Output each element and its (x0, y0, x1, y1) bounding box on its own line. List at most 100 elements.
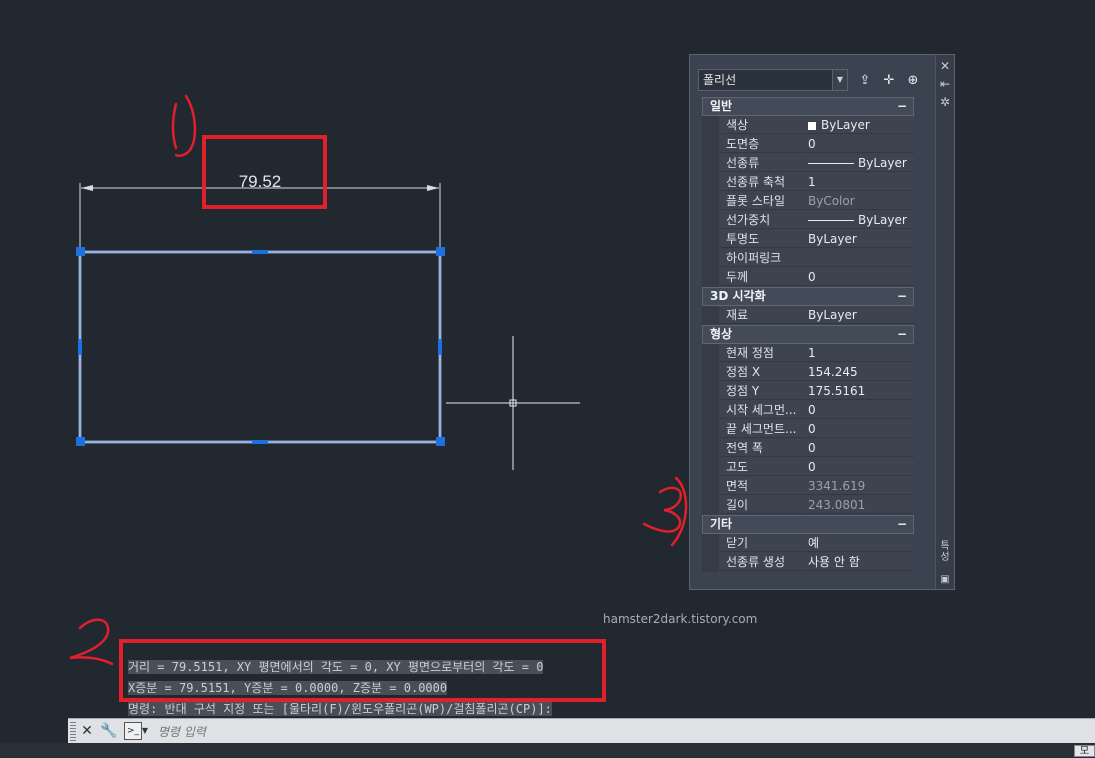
property-value[interactable]: ByLayer (805, 116, 914, 134)
model-tab[interactable]: 모 (1074, 745, 1095, 757)
property-row[interactable]: 도면층 0 (702, 135, 914, 154)
property-value[interactable]: ByLayer (805, 230, 914, 248)
property-value[interactable]: 1 (805, 344, 914, 362)
property-value[interactable]: 3341.619 (805, 477, 914, 495)
property-value[interactable]: ByLayer (805, 154, 914, 172)
auto-hide-icon[interactable]: ⇤ (938, 77, 952, 91)
property-row[interactable]: 재료 ByLayer (702, 306, 914, 325)
property-value[interactable]: ByColor (805, 192, 914, 210)
row-gutter (702, 268, 719, 287)
property-row[interactable]: 선종류 ByLayer (702, 154, 914, 173)
row-gutter (702, 553, 719, 572)
property-value[interactable]: 사용 안 함 (805, 553, 914, 571)
property-value[interactable]: 0 (805, 439, 914, 457)
quick-select-icon[interactable]: ⇪ (856, 72, 874, 90)
property-value[interactable]: 0 (805, 420, 914, 438)
selected-polyline[interactable] (76, 247, 445, 446)
section-header[interactable]: 일반 − (702, 97, 914, 116)
property-value[interactable]: ByLayer (805, 211, 914, 229)
property-row[interactable]: 길이 243.0801 (702, 496, 914, 515)
property-row[interactable]: 정점 X 154.245 (702, 363, 914, 382)
property-row[interactable]: 시작 세그먼... 0 (702, 401, 914, 420)
close-icon[interactable]: ✕ (938, 59, 952, 73)
command-history-line: X증분 = 79.5151, Y증분 = 0.0000, Z증분 = 0.000… (128, 681, 448, 695)
section-title: 기타 (710, 517, 733, 531)
property-name: 선종류 (720, 154, 804, 172)
property-name: 선종류 생성 (720, 553, 804, 571)
property-value[interactable]: 0 (805, 401, 914, 419)
command-line-bar: ✕ 🔧 >_ ▼ (68, 718, 1095, 744)
dimension-line[interactable] (79, 183, 441, 252)
property-value[interactable]: 175.5161 (805, 382, 914, 400)
collapse-icon[interactable]: − (897, 516, 907, 533)
property-value-text: ByLayer (821, 118, 870, 132)
property-value[interactable]: 0 (805, 135, 914, 153)
wrench-icon[interactable]: 🔧 (100, 722, 118, 740)
property-value[interactable]: ByLayer (805, 306, 914, 324)
row-gutter (702, 192, 719, 211)
property-value[interactable]: 예 (805, 534, 914, 552)
property-row[interactable]: 두께 0 (702, 268, 914, 287)
property-row[interactable]: 고도 0 (702, 458, 914, 477)
property-name: 플롯 스타일 (720, 192, 804, 210)
property-row[interactable]: 선종류 생성 사용 안 함 (702, 553, 914, 572)
property-row[interactable]: 닫기 예 (702, 534, 914, 553)
property-value[interactable]: 1 (805, 173, 914, 191)
chevron-down-icon[interactable]: ▼ (832, 70, 847, 90)
section-header[interactable]: 형상 − (702, 325, 914, 344)
property-value[interactable] (805, 249, 914, 267)
property-value-text: 243.0801 (808, 498, 866, 512)
line-sample (808, 163, 854, 164)
property-value-text: ByLayer (808, 232, 857, 246)
row-gutter (702, 135, 719, 154)
drag-handle[interactable] (70, 722, 76, 741)
property-name: 시작 세그먼... (720, 401, 804, 419)
properties-settings-icon[interactable]: ✲ (938, 95, 952, 109)
property-name: 고도 (720, 458, 804, 476)
section-title: 3D 시각화 (710, 289, 766, 303)
property-row[interactable]: 끝 세그먼트... 0 (702, 420, 914, 439)
collapse-icon[interactable]: − (897, 98, 907, 115)
property-row[interactable]: 면적 3341.619 (702, 477, 914, 496)
property-value[interactable]: 154.245 (805, 363, 914, 381)
palette-titlebar[interactable]: ✕ ⇤ ✲ 특성 ▣ (935, 55, 954, 589)
property-row[interactable]: 선종류 축척 1 (702, 173, 914, 192)
palette-title-label: 특성 (940, 541, 950, 563)
property-value-text: 154.245 (808, 365, 858, 379)
row-gutter (702, 306, 719, 325)
property-value[interactable]: 243.0801 (805, 496, 914, 514)
property-row[interactable]: 현재 정점 1 (702, 344, 914, 363)
row-gutter (702, 534, 719, 553)
grip-midpoint (78, 339, 82, 355)
property-value-text: 0 (808, 270, 816, 284)
close-icon[interactable]: ✕ (78, 722, 96, 740)
grip-midpoint (252, 250, 268, 254)
property-name: 두께 (720, 268, 804, 286)
section-header[interactable]: 기타 − (702, 515, 914, 534)
property-row[interactable]: 하이퍼링크 (702, 249, 914, 268)
select-objects-icon[interactable]: ✛ (880, 72, 898, 90)
section-header[interactable]: 3D 시각화 − (702, 287, 914, 306)
property-row[interactable]: 플롯 스타일 ByColor (702, 192, 914, 211)
row-gutter (702, 363, 719, 382)
command-input[interactable] (156, 721, 1060, 743)
property-value-text: 0 (808, 403, 816, 417)
property-row[interactable]: 전역 폭 0 (702, 439, 914, 458)
chevron-down-icon[interactable]: ▼ (140, 722, 150, 740)
property-value-text: ByLayer (858, 213, 907, 227)
section-title: 일반 (710, 99, 733, 113)
property-row[interactable]: 색상 ByLayer (702, 116, 914, 135)
property-value[interactable]: 0 (805, 458, 914, 476)
object-type-dropdown[interactable]: 폴리선 ▼ (698, 69, 848, 91)
row-gutter (702, 439, 719, 458)
palette-menu-icon[interactable]: ▣ (938, 573, 952, 587)
property-row[interactable]: 투명도 ByLayer (702, 230, 914, 249)
toggle-pickadd-icon[interactable]: ⊕ (904, 72, 922, 90)
row-gutter (702, 420, 719, 439)
handwritten-3 (642, 476, 688, 547)
collapse-icon[interactable]: − (897, 288, 907, 305)
property-value[interactable]: 0 (805, 268, 914, 286)
property-row[interactable]: 정점 Y 175.5161 (702, 382, 914, 401)
property-row[interactable]: 선가중치 ByLayer (702, 211, 914, 230)
collapse-icon[interactable]: − (897, 326, 907, 343)
